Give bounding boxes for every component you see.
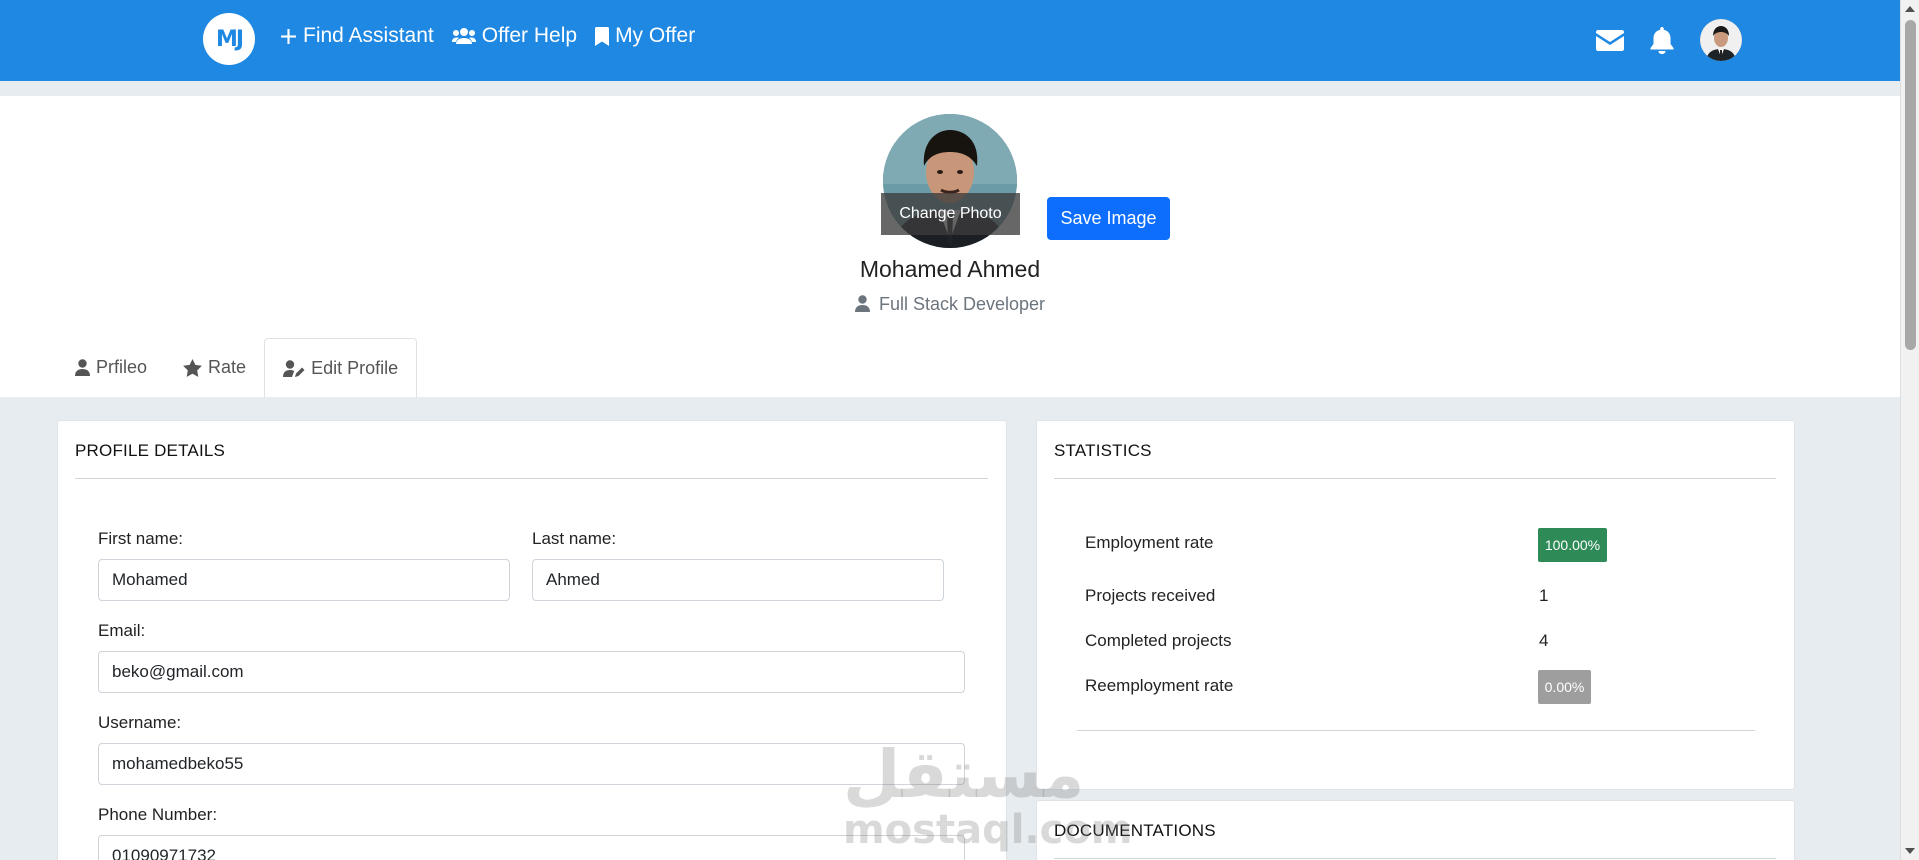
- phone-label: Phone Number:: [98, 805, 218, 824]
- change-photo-overlay[interactable]: Change Photo: [881, 193, 1020, 235]
- nav-find-assistant[interactable]: Find Assistant: [280, 24, 434, 48]
- tab-edit-profile[interactable]: Edit Profile: [264, 338, 418, 397]
- profile-job-title: Full Stack Developer: [878, 294, 1046, 314]
- profile-tabs: Prfileo Rate Edit Profile: [57, 338, 418, 397]
- scroll-up-arrow[interactable]: [1905, 6, 1915, 12]
- tab-profile[interactable]: Prfileo: [57, 338, 165, 397]
- card-divider: [75, 478, 988, 479]
- logo-text: MJ: [215, 26, 244, 52]
- nav-offer-help-label: Offer Help: [481, 24, 578, 47]
- scroll-thumb[interactable]: [1905, 20, 1916, 350]
- user-edit-icon: [283, 359, 305, 377]
- nav-my-offer[interactable]: My Offer: [595, 24, 695, 48]
- nav-right: [1596, 19, 1742, 61]
- employment-rate-label: Employment rate: [1085, 533, 1214, 552]
- nav-offer-help[interactable]: Offer Help: [451, 24, 578, 48]
- scroll-down-arrow[interactable]: [1905, 848, 1915, 854]
- page-scrollbar[interactable]: [1900, 0, 1919, 860]
- avatar[interactable]: [1700, 19, 1742, 61]
- logo[interactable]: MJ: [203, 13, 255, 65]
- profile-name: Mohamed Ahmed: [859, 256, 1041, 282]
- employment-rate-badge: 100.00%: [1538, 528, 1607, 562]
- plus-icon: [281, 28, 296, 44]
- profile-header: Change Photo Save Image Mohamed Ahmed Fu…: [0, 96, 1900, 397]
- nav-links: Find Assistant Offer Help My Offer: [280, 24, 695, 48]
- profile-details-title: PROFILE DETAILS: [75, 441, 226, 460]
- card-divider: [1054, 858, 1776, 859]
- completed-projects-value: 4: [1539, 631, 1549, 650]
- projects-received-label: Projects received: [1085, 586, 1216, 605]
- email-input[interactable]: [98, 651, 965, 693]
- users-icon: [451, 28, 476, 44]
- reemployment-rate-badge: 0.00%: [1538, 670, 1591, 704]
- bell-icon[interactable]: [1650, 26, 1674, 54]
- documentations-title: DOCUMENTATIONS: [1054, 821, 1216, 840]
- card-divider: [1054, 478, 1776, 479]
- email-label: Email:: [98, 621, 146, 640]
- first-name-label: First name:: [98, 529, 184, 548]
- tab-rate[interactable]: Rate: [165, 338, 264, 397]
- phone-input[interactable]: [98, 835, 965, 860]
- tab-profile-label: Prfileo: [96, 357, 148, 377]
- stats-bottom-divider: [1077, 730, 1755, 731]
- statistics-card: STATISTICS Employment rate 100.00% Proje…: [1036, 420, 1795, 790]
- user-icon: [854, 295, 870, 312]
- nav-my-offer-label: My Offer: [615, 24, 696, 47]
- first-name-input[interactable]: [98, 559, 510, 601]
- save-image-button[interactable]: Save Image: [1047, 197, 1170, 240]
- statistics-title: STATISTICS: [1054, 441, 1152, 460]
- profile-title-line: Full Stack Developer: [0, 294, 1900, 315]
- nav-find-assistant-label: Find Assistant: [303, 24, 434, 47]
- reemployment-rate-label: Reemployment rate: [1085, 676, 1234, 695]
- avatar-image: [1700, 19, 1742, 61]
- profile-details-card: PROFILE DETAILS First name: Last name: E…: [57, 420, 1007, 860]
- envelope-icon[interactable]: [1596, 29, 1624, 51]
- top-navbar: MJ Find Assistant Offer Help My Offer: [0, 0, 1900, 81]
- last-name-input[interactable]: [532, 559, 944, 601]
- bookmark-icon: [595, 26, 610, 46]
- star-icon: [183, 358, 202, 377]
- last-name-label: Last name:: [532, 529, 617, 548]
- tab-edit-profile-label: Edit Profile: [311, 357, 399, 378]
- username-input[interactable]: [98, 743, 965, 785]
- tab-rate-label: Rate: [208, 357, 247, 377]
- completed-projects-label: Completed projects: [1085, 631, 1232, 650]
- username-label: Username:: [98, 713, 182, 732]
- documentations-card: DOCUMENTATIONS: [1036, 800, 1795, 860]
- user-icon: [75, 359, 90, 376]
- projects-received-value: 1: [1539, 586, 1549, 605]
